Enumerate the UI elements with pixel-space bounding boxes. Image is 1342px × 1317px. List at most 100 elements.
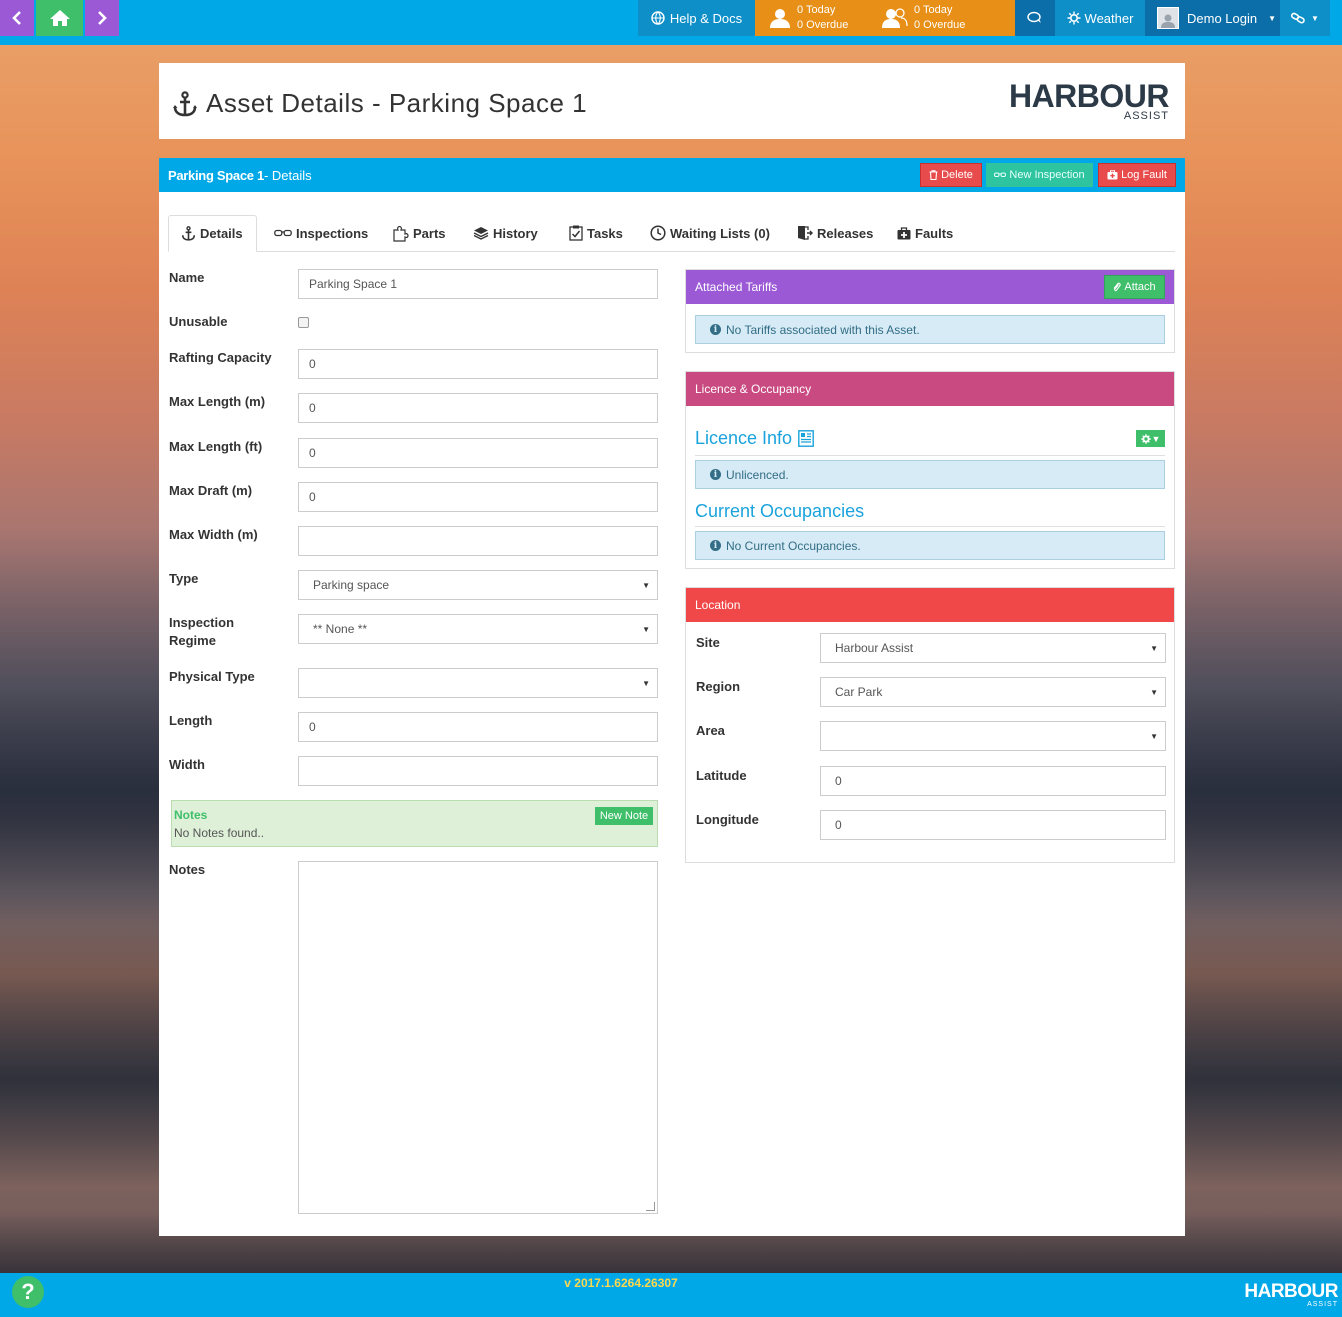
- tab-history-label: History: [493, 225, 538, 241]
- exit-icon: [798, 226, 813, 240]
- tab-inspections-label: Inspections: [296, 225, 369, 241]
- latitude-value: 0: [835, 774, 842, 788]
- attached-tariffs-title: Attached Tariffs: [695, 280, 778, 294]
- caret-down-icon: ▼: [642, 624, 650, 634]
- user-alerts[interactable]: 0 Today 0 Overdue: [769, 0, 848, 36]
- chat-button[interactable]: [1015, 0, 1055, 36]
- tab-releases[interactable]: Releases: [797, 215, 873, 251]
- physical-type-select[interactable]: ▼: [298, 668, 658, 698]
- tab-details[interactable]: Details: [168, 215, 257, 252]
- user-menu[interactable]: Demo Login ▼: [1145, 0, 1280, 36]
- unusable-label: Unusable: [169, 314, 228, 329]
- info-icon: i: [710, 324, 721, 335]
- tab-parts[interactable]: Parts: [392, 215, 446, 251]
- new-inspection-button[interactable]: New Inspection: [986, 163, 1093, 187]
- delete-button[interactable]: Delete: [920, 163, 982, 187]
- divider: [695, 455, 1165, 456]
- tab-faults[interactable]: Faults: [897, 215, 953, 251]
- forward-button[interactable]: [85, 0, 119, 36]
- footer-logo: HARBOUR ASSIST: [1244, 1282, 1338, 1308]
- footer-logo-sub: ASSIST: [1307, 1301, 1338, 1308]
- inspection-regime-label-line2: Regime: [169, 633, 216, 648]
- version-text: v 2017.1.6264.26307: [564, 1276, 678, 1290]
- medkit-icon: [1107, 170, 1118, 180]
- asset-details-panel: Parking Space 1 - Details Delete New Ins…: [159, 158, 1185, 1236]
- licence-actions-button[interactable]: ▼: [1136, 430, 1165, 447]
- site-select[interactable]: Harbour Assist ▼: [820, 633, 1166, 663]
- delete-label: Delete: [941, 169, 973, 181]
- chat-icon: [1027, 11, 1041, 23]
- gear-icon: [1140, 433, 1151, 444]
- physical-type-label: Physical Type: [169, 669, 255, 684]
- tab-inspections[interactable]: Inspections: [274, 215, 368, 251]
- resize-handle[interactable]: [646, 1202, 655, 1211]
- type-select[interactable]: Parking space ▼: [298, 570, 658, 600]
- max-width-input[interactable]: [298, 526, 658, 556]
- licence-occupancy-title: Licence & Occupancy: [695, 382, 812, 396]
- site-label: Site: [696, 635, 720, 650]
- region-value: Car Park: [835, 685, 883, 699]
- medkit-icon: [897, 226, 911, 239]
- divider: [695, 526, 1165, 527]
- occupancies-info-alert: i No Current Occupancies.: [695, 531, 1165, 560]
- glasses-icon: [274, 229, 292, 237]
- region-select[interactable]: Car Park ▼: [820, 677, 1166, 707]
- tab-waiting-lists[interactable]: Waiting Lists (0): [650, 215, 770, 251]
- attach-button[interactable]: Attach: [1104, 275, 1165, 299]
- area-select[interactable]: ▼: [820, 721, 1166, 751]
- new-note-button[interactable]: New Note: [595, 807, 653, 825]
- panel-suffix: - Details: [263, 167, 312, 183]
- longitude-input[interactable]: 0: [820, 810, 1166, 840]
- latitude-input[interactable]: 0: [820, 766, 1166, 796]
- tab-history[interactable]: History: [473, 215, 538, 251]
- group-alerts[interactable]: 0 Today 0 Overdue: [882, 0, 965, 36]
- caret-down-icon: ▼: [1268, 13, 1277, 23]
- home-button[interactable]: [36, 0, 83, 36]
- tab-tasks[interactable]: Tasks: [569, 215, 623, 251]
- location-panel: Location Site Harbour Assist ▼ Region Car…: [685, 587, 1175, 863]
- log-fault-button[interactable]: Log Fault: [1098, 163, 1176, 187]
- inspection-regime-select[interactable]: ** None ** ▼: [298, 614, 658, 644]
- type-value: Parking space: [313, 578, 390, 592]
- new-inspection-label: New Inspection: [1009, 169, 1085, 181]
- location-title: Location: [695, 598, 741, 612]
- glasses-icon: [994, 172, 1007, 177]
- layers-icon: [473, 227, 489, 240]
- group-alerts-today: 0 Today: [914, 4, 953, 16]
- type-label: Type: [169, 571, 199, 586]
- inspection-regime-label-line1: Inspection: [169, 615, 235, 630]
- avatar: [1157, 7, 1179, 29]
- unusable-checkbox[interactable]: [298, 317, 309, 328]
- name-input[interactable]: Parking Space 1: [298, 269, 658, 299]
- name-value: Parking Space 1: [309, 277, 398, 291]
- weather-button[interactable]: Weather: [1055, 0, 1145, 36]
- licence-info-alert: i Unlicenced.: [695, 460, 1165, 489]
- anchor-icon: [181, 226, 196, 241]
- help-docs-link[interactable]: Help & Docs: [638, 0, 755, 36]
- caret-down-icon: ▼: [1150, 643, 1158, 653]
- max-length-m-input[interactable]: 0: [298, 393, 658, 423]
- occupancies-empty-text: No Current Occupancies.: [726, 538, 861, 553]
- width-input[interactable]: [298, 756, 658, 786]
- notes-empty-text: No Notes found..: [174, 826, 265, 840]
- max-draft-input[interactable]: 0: [298, 482, 658, 512]
- length-input[interactable]: 0: [298, 712, 658, 742]
- group-alerts-overdue: 0 Overdue: [914, 19, 966, 31]
- log-fault-label: Log Fault: [1121, 169, 1167, 181]
- caret-down-icon: ▼: [1151, 433, 1161, 444]
- max-length-ft-input[interactable]: 0: [298, 438, 658, 468]
- links-menu[interactable]: ▼: [1280, 0, 1330, 36]
- back-button[interactable]: [0, 0, 34, 36]
- latitude-label: Latitude: [696, 768, 747, 783]
- rafting-capacity-input[interactable]: 0: [298, 349, 658, 379]
- rafting-capacity-label: Rafting Capacity: [169, 350, 272, 365]
- home-icon: [49, 10, 70, 26]
- link-icon: [1291, 12, 1305, 24]
- licence-occupancy-panel: Licence & Occupancy Licence Info ▼ i Unl…: [685, 371, 1175, 569]
- name-label: Name: [169, 270, 205, 285]
- length-value: 0: [309, 720, 316, 734]
- tab-tasks-label: Tasks: [587, 225, 623, 241]
- notes-textarea[interactable]: [298, 861, 658, 1214]
- document-icon[interactable]: [798, 430, 814, 447]
- page-header: Asset Details - Parking Space 1 HARBOUR …: [159, 63, 1185, 139]
